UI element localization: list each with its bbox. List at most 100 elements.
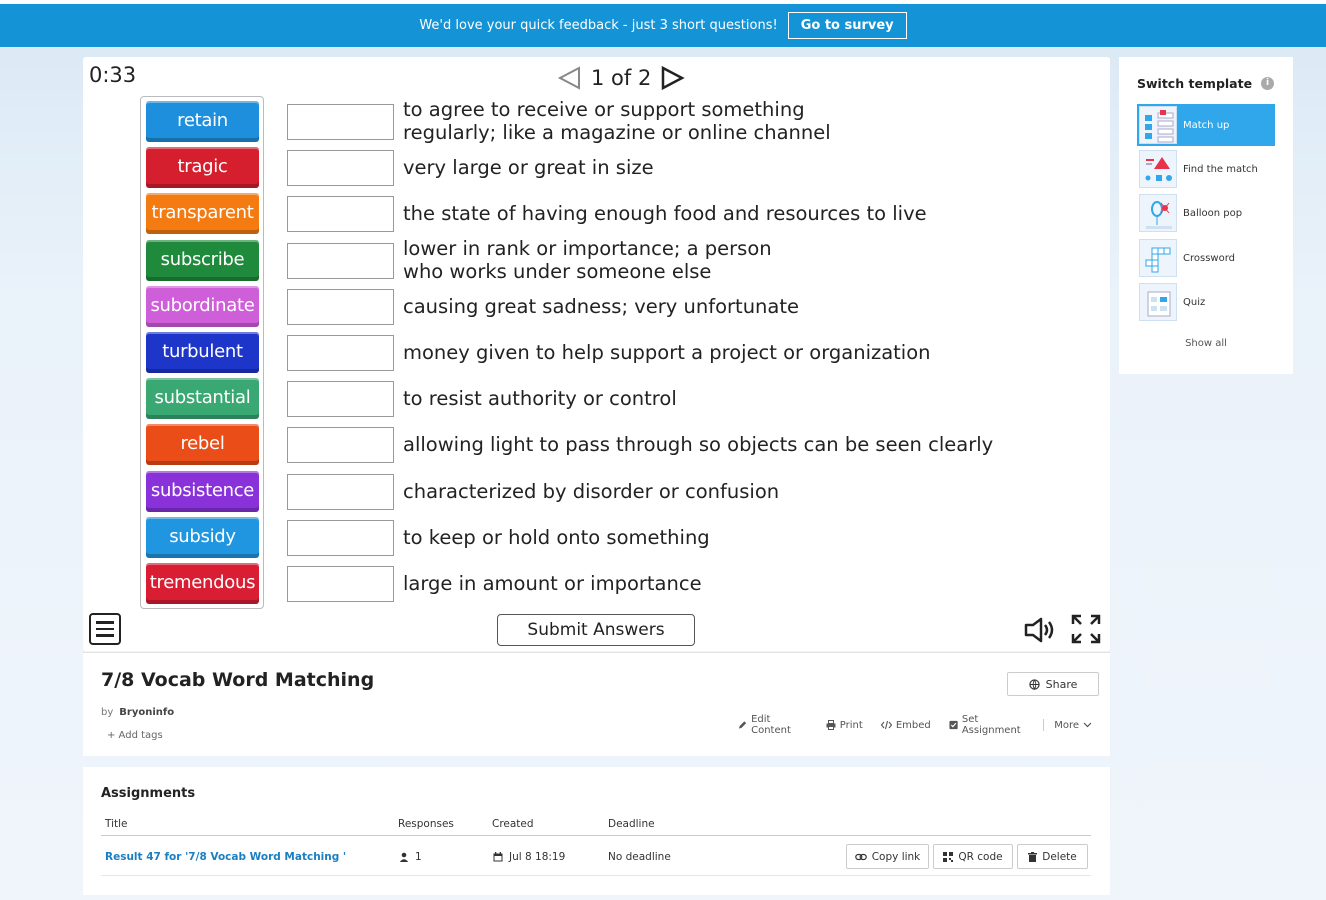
activity-info-panel: 7/8 Vocab Word Matching by Bryoninfo + Ad…	[83, 652, 1110, 756]
edit-content-button[interactable]: Edit Content	[738, 714, 808, 736]
printer-icon	[826, 720, 836, 730]
definition-text: large in amount or importance	[403, 572, 702, 595]
template-crossword[interactable]: Crossword	[1137, 237, 1275, 279]
menu-button[interactable]	[89, 613, 121, 645]
submit-answers-button[interactable]: Submit Answers	[497, 614, 695, 646]
next-page-icon[interactable]	[659, 65, 686, 91]
col-header-title: Title	[105, 818, 128, 830]
definition-text: allowing light to pass through so object…	[403, 433, 993, 456]
code-icon	[880, 720, 892, 730]
more-dropdown[interactable]: More	[1054, 720, 1092, 731]
definition-text: to agree to receive or support something…	[403, 98, 831, 144]
quiz-thumbnail-icon	[1139, 283, 1177, 321]
calendar-icon	[493, 852, 503, 862]
trash-icon	[1028, 851, 1038, 862]
balloon-pop-thumbnail-icon	[1139, 194, 1177, 232]
word-tile[interactable]: tremendous	[146, 563, 259, 604]
banner-text: We'd love your quick feedback - just 3 s…	[419, 18, 778, 33]
add-tags-link[interactable]: + Add tags	[107, 730, 163, 741]
show-all-templates-link[interactable]: Show all	[1119, 338, 1293, 349]
info-icon[interactable]: i	[1261, 77, 1274, 90]
responses-cell: 1	[399, 851, 422, 863]
answer-drop-slot[interactable]	[287, 196, 394, 233]
answer-drop-slot[interactable]	[287, 427, 394, 464]
qr-code-icon	[943, 851, 954, 862]
table-header-divider	[101, 835, 1091, 836]
col-header-deadline: Deadline	[608, 818, 655, 830]
definition-text: lower in rank or importance; a person who…	[403, 237, 772, 283]
actions-divider	[1043, 719, 1045, 731]
definition-line: characterized by disorder or confusion	[403, 479, 780, 503]
assignments-heading: Assignments	[101, 786, 196, 801]
checkbox-icon	[949, 720, 958, 730]
template-match-up[interactable]: Match up	[1137, 104, 1275, 146]
match-up-thumbnail-icon	[1139, 106, 1177, 144]
template-find-the-match[interactable]: Find the match	[1137, 148, 1275, 190]
answer-drop-slot[interactable]	[287, 335, 394, 371]
definition-line: to keep or hold onto something	[403, 525, 710, 549]
assignment-title-link[interactable]: Result 47 for '7/8 Vocab Word Matching '	[105, 851, 346, 863]
share-button[interactable]: Share	[1007, 672, 1099, 696]
qr-code-button[interactable]: QR code	[933, 844, 1013, 869]
answer-drop-slot[interactable]	[287, 242, 394, 279]
answer-drop-slot[interactable]	[287, 566, 394, 602]
prev-page-icon[interactable]	[557, 65, 583, 91]
user-icon	[399, 852, 409, 862]
col-header-responses: Responses	[398, 818, 454, 830]
answer-drop-slot[interactable]	[287, 519, 394, 556]
find-the-match-thumbnail-icon	[1139, 150, 1177, 188]
activity-title: 7/8 Vocab Word Matching	[101, 669, 375, 691]
assignments-panel: Assignments Title Responses Created Dead…	[83, 767, 1110, 895]
go-to-survey-button[interactable]: Go to survey	[787, 12, 907, 39]
switch-template-heading: Switch template	[1137, 76, 1253, 91]
definition-line: causing great sadness; very unfortunate	[403, 294, 800, 318]
answer-drop-slot[interactable]	[287, 104, 394, 140]
author-name[interactable]: Bryoninfo	[119, 707, 174, 718]
link-icon	[854, 853, 867, 860]
answer-drop-slot[interactable]	[287, 381, 394, 418]
template-balloon-pop[interactable]: Balloon pop	[1137, 192, 1275, 234]
definition-line: to agree to receive or support something	[403, 98, 805, 121]
sound-icon[interactable]	[1024, 616, 1056, 644]
delete-button[interactable]: Delete	[1017, 844, 1088, 869]
copy-link-button[interactable]: Copy link	[846, 844, 929, 869]
definition-text: causing great sadness; very unfortunate	[403, 295, 799, 318]
word-tile[interactable]: tragic	[146, 147, 259, 189]
definition-text: very large or great in size	[403, 156, 654, 179]
pager: 1 of 2	[557, 63, 717, 93]
switch-template-panel: Switch template i Match up Find the matc…	[1119, 57, 1293, 374]
definition-line: who works under someone else	[403, 259, 712, 283]
activity-actions: Edit Content Print Embed Set Assignment …	[738, 714, 1110, 736]
answer-drop-slot[interactable]	[287, 288, 394, 325]
word-tile[interactable]: retain	[146, 101, 259, 142]
word-tile[interactable]: subsidy	[146, 516, 259, 558]
word-tile[interactable]: substantial	[146, 378, 259, 420]
print-button[interactable]: Print	[826, 720, 863, 731]
word-tile[interactable]: subsistence	[146, 470, 259, 512]
answer-drop-slot[interactable]	[287, 473, 394, 510]
definition-line: very large or great in size	[403, 156, 654, 180]
byline: by Bryoninfo	[101, 707, 175, 718]
word-tile[interactable]: turbulent	[146, 332, 259, 373]
definition-text: to resist authority or control	[403, 387, 677, 410]
set-assignment-button[interactable]: Set Assignment	[949, 714, 1034, 736]
game-panel: 0:33 1 of 2 retain tragic transparent subsc…	[83, 57, 1110, 651]
answer-drop-slot[interactable]	[287, 150, 394, 187]
page-indicator: 1 of 2	[591, 66, 652, 90]
definition-line: regularly; like a magazine or online cha…	[403, 121, 831, 144]
word-tile[interactable]: rebel	[146, 424, 259, 466]
fullscreen-icon[interactable]	[1071, 614, 1101, 644]
created-cell: Jul 8 18:19	[493, 851, 565, 863]
word-tile[interactable]: subscribe	[146, 239, 259, 281]
embed-button[interactable]: Embed	[880, 720, 931, 731]
pencil-icon	[738, 721, 747, 729]
col-header-created: Created	[492, 818, 534, 830]
menu-icon	[96, 621, 114, 624]
word-bank: retain tragic transparent subscribe subordin…	[140, 96, 264, 609]
definition-line: money given to help support a project or…	[403, 341, 931, 364]
globe-icon	[1028, 678, 1040, 690]
word-tile[interactable]: subordinate	[146, 285, 259, 327]
template-quiz[interactable]: Quiz	[1137, 281, 1275, 323]
word-tile[interactable]: transparent	[146, 193, 259, 235]
definition-text: money given to help support a project or…	[403, 341, 931, 364]
